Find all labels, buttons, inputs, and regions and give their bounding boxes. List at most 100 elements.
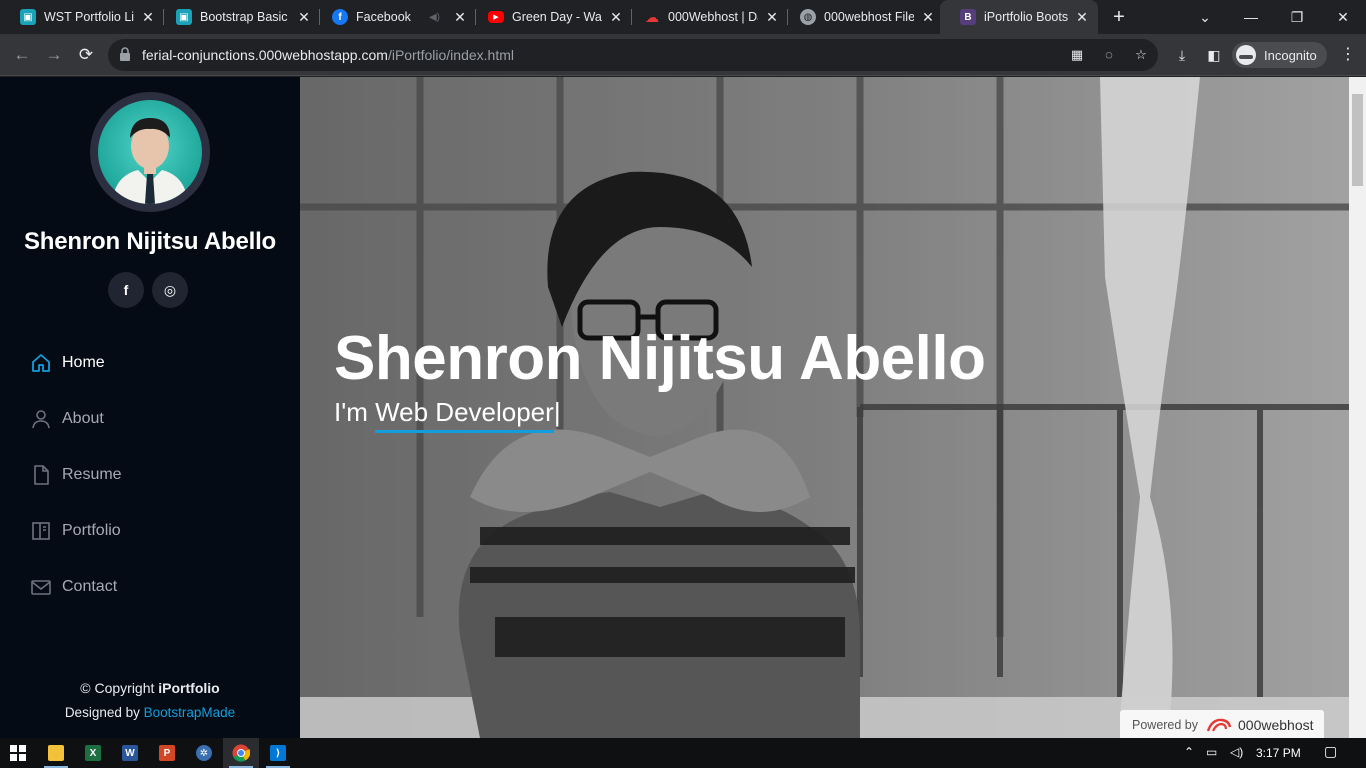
network-icon[interactable]: ▭ <box>1206 745 1217 759</box>
address-bar[interactable]: ferial-conjunctions.000webhostapp.com/iP… <box>108 39 1158 71</box>
bootstrap-favicon-icon: B <box>960 9 976 25</box>
speaker-muted-icon: ◀) <box>428 11 440 23</box>
notifications-icon[interactable]: ▢ <box>1324 743 1337 760</box>
tab-000webhost-dashboard[interactable]: ☁ 000Webhost | Da ✕ <box>624 0 788 34</box>
profile-avatar <box>98 100 202 204</box>
download-icon[interactable]: ⤓ <box>1172 45 1192 65</box>
incognito-profile-button[interactable]: Incognito <box>1232 42 1327 68</box>
home-icon <box>30 352 52 374</box>
nav-label: About <box>62 410 104 427</box>
tab-title: Bootstrap Basic <box>200 10 288 24</box>
globe-favicon-icon: ◍ <box>800 9 816 25</box>
browser-toolbar: ← → ⟳ ferial-conjunctions.000webhostapp.… <box>0 34 1366 76</box>
hero-title: Shenron Nijitsu Abello <box>334 324 986 393</box>
show-hidden-icons-button[interactable]: ⌃ <box>1184 745 1194 759</box>
close-tab-icon[interactable]: ✕ <box>140 9 156 26</box>
facebook-icon: f <box>123 282 129 298</box>
tab-search-button[interactable]: ⌄ <box>1182 0 1228 34</box>
lock-icon <box>120 47 130 61</box>
browser-menu-icon[interactable]: ⋮ <box>1340 45 1356 65</box>
nav-label: Home <box>62 354 105 371</box>
side-panel-icon[interactable]: ◧ <box>1204 45 1224 65</box>
windows-taskbar: X W P ✲ ⟩ ⌃ ▭ ◁) 3:17 PM ▢ <box>0 738 1366 768</box>
page-viewport: Shenron Nijitsu Abello f ◎ Home About Re… <box>0 77 1366 738</box>
typed-role: Web Developer <box>375 397 554 433</box>
badge-brand: 000webhost <box>1238 717 1314 733</box>
powered-by-000webhost-badge[interactable]: Powered by 000webhost <box>1120 710 1324 738</box>
nav-item-portfolio[interactable]: Portfolio <box>30 503 270 559</box>
badge-prefix: Powered by <box>1132 718 1199 732</box>
typed-cursor: | <box>553 397 561 427</box>
close-tab-icon[interactable]: ✕ <box>608 9 624 26</box>
nav-item-about[interactable]: About <box>30 391 270 447</box>
envelope-icon <box>30 576 52 598</box>
nav-item-resume[interactable]: Resume <box>30 447 270 503</box>
tab-title: WST Portfolio Lin <box>44 10 134 24</box>
main-nav: Home About Resume Portfolio Contact <box>30 335 270 615</box>
close-tab-icon[interactable]: ✕ <box>764 9 780 26</box>
tab-facebook[interactable]: f Facebook ◀) ✕ <box>312 0 476 34</box>
incognito-icon <box>1236 45 1256 65</box>
tab-title: 000webhost File <box>824 10 914 24</box>
hero-subtitle: I'm Web Developer| <box>334 397 561 433</box>
file-explorer-taskbar-button[interactable] <box>38 738 74 768</box>
excel-taskbar-button[interactable]: X <box>75 738 111 768</box>
nav-item-contact[interactable]: Contact <box>30 559 270 615</box>
close-tab-icon[interactable]: ✕ <box>296 9 312 26</box>
tab-iportfolio[interactable]: B iPortfolio Bootstr ✕ <box>940 0 1098 34</box>
facebook-link[interactable]: f <box>108 272 144 308</box>
close-tab-icon[interactable]: ✕ <box>920 9 936 26</box>
close-window-button[interactable]: ✕ <box>1320 0 1366 34</box>
nav-item-home[interactable]: Home <box>30 335 270 391</box>
eye-off-icon[interactable]: ◌ <box>1100 46 1118 64</box>
instagram-link[interactable]: ◎ <box>152 272 188 308</box>
url-path: /iPortfolio/index.html <box>387 47 514 63</box>
profile-avatar-ring <box>90 92 210 212</box>
reload-button[interactable]: ⟳ <box>74 43 98 67</box>
bootstrapmade-link[interactable]: BootstrapMade <box>144 705 236 720</box>
taskbar-clock[interactable]: 3:17 PM <box>1256 746 1301 760</box>
incognito-label: Incognito <box>1264 47 1317 63</box>
file-icon <box>30 464 52 486</box>
url-host: ferial-conjunctions.000webhostapp.com <box>142 47 388 63</box>
forward-button[interactable]: → <box>42 43 66 67</box>
word-icon: W <box>122 745 138 761</box>
nav-label: Resume <box>62 466 122 483</box>
scrollbar-thumb[interactable] <box>1352 94 1363 186</box>
tab-title: Facebook <box>356 10 411 24</box>
close-tab-icon[interactable]: ✕ <box>1074 9 1090 26</box>
tab-title: iPortfolio Bootstr <box>984 10 1068 24</box>
word-taskbar-button[interactable]: W <box>112 738 148 768</box>
youtube-favicon-icon: ▶ <box>488 11 504 23</box>
tab-000webhost-files[interactable]: ◍ 000webhost File ✕ <box>780 0 944 34</box>
tab-green-day[interactable]: ▶ Green Day - Wak ✕ <box>468 0 632 34</box>
qr-code-icon[interactable]: ▦ <box>1068 46 1086 64</box>
start-button[interactable] <box>0 738 36 768</box>
sidebar: Shenron Nijitsu Abello f ◎ Home About Re… <box>0 77 300 738</box>
vscode-icon: ⟩ <box>270 745 286 761</box>
chrome-taskbar-button[interactable] <box>223 738 259 768</box>
new-tab-button[interactable]: + <box>1108 6 1130 28</box>
vscode-taskbar-button[interactable]: ⟩ <box>260 738 296 768</box>
gear-icon: ✲ <box>196 745 212 761</box>
back-button[interactable]: ← <box>10 43 34 67</box>
powerpoint-taskbar-button[interactable]: P <box>149 738 185 768</box>
profile-name: Shenron Nijitsu Abello <box>23 228 277 255</box>
minimize-button[interactable]: — <box>1228 0 1274 34</box>
bookmark-star-icon[interactable]: ☆ <box>1132 46 1150 64</box>
tab-bootstrap-basic[interactable]: ▣ Bootstrap Basic ✕ <box>156 0 320 34</box>
volume-icon[interactable]: ◁) <box>1230 745 1243 759</box>
nav-label: Portfolio <box>62 522 121 539</box>
powerpoint-icon: P <box>159 745 175 761</box>
restore-button[interactable]: ❐ <box>1274 0 1320 34</box>
windows-logo-icon <box>10 745 26 761</box>
tab-wst-portfolio[interactable]: ▣ WST Portfolio Lin ✕ <box>0 0 164 34</box>
tab-title: Green Day - Wak <box>512 10 602 24</box>
profile-photo <box>112 118 188 204</box>
settings-taskbar-button[interactable]: ✲ <box>186 738 222 768</box>
copyright-brand: iPortfolio <box>158 680 220 696</box>
close-tab-icon[interactable]: ✕ <box>452 9 468 26</box>
portfolio-favicon-icon: ▣ <box>20 9 36 25</box>
page-scrollbar[interactable] <box>1349 77 1366 738</box>
portfolio-favicon-icon: ▣ <box>176 9 192 25</box>
